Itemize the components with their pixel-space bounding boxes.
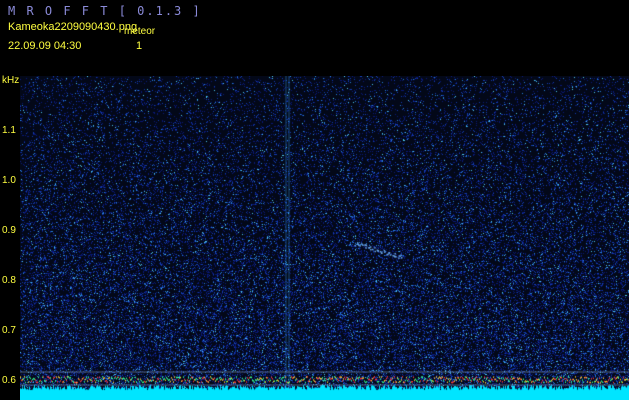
frequency-tick-label: 0.6 [2,375,16,386]
app-title: M R O F F T [ 0.1.3 ] [8,4,202,18]
spectrogram-canvas[interactable] [20,76,629,400]
file-name: Kameoka2209090430.png [8,21,138,33]
frequency-tick-label: 1.1 [2,125,16,136]
frequency-tick-label: 0.7 [2,325,16,336]
frequency-tick-label: 1.0 [2,175,16,186]
event-label: meteor [124,26,156,37]
frequency-unit-label: kHz [2,75,20,86]
event-count: 1 [136,40,143,52]
frequency-tick-label: 0.9 [2,225,16,236]
frequency-tick-label: 0.8 [2,275,16,286]
timestamp: 22.09.09 04:30 [8,40,82,52]
header: M R O F F T [ 0.1.3 ] Kameoka2209090430.… [0,0,629,76]
